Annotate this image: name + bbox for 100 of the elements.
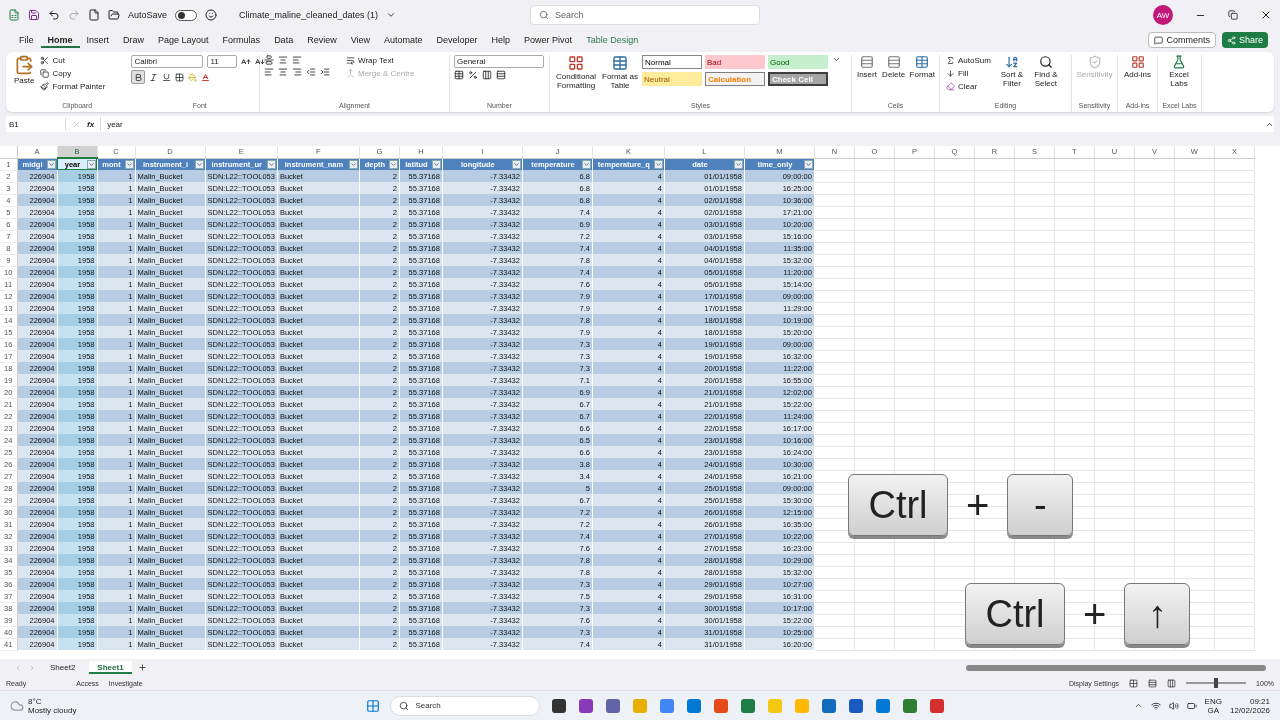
align-middle-icon[interactable] [278,55,288,65]
filter-button[interactable] [733,159,743,169]
fill-color-icon[interactable] [188,72,198,82]
borders-icon[interactable] [175,72,185,82]
ribbon-tab[interactable]: Help [484,32,518,48]
filter-button[interactable] [266,159,276,169]
font-size-field[interactable]: 11 [207,55,238,68]
cell-style-option[interactable]: Normal [642,55,702,69]
filter-button[interactable] [124,159,134,169]
more-styles-icon[interactable] [832,55,841,64]
autosave-toggle[interactable] [175,9,198,21]
cell-style-option[interactable]: Good [768,55,828,69]
speaker-icon[interactable] [1168,700,1179,711]
ribbon-tab[interactable]: Insert [79,32,117,48]
ribbon-tab[interactable]: View [343,32,377,48]
clock-time[interactable]: 09:21 [1249,696,1270,706]
sheet-tab[interactable]: Sheet2 [42,661,84,674]
find-select-button[interactable]: Find & Select [1030,55,1061,89]
ribbon-tab[interactable]: Automate [377,32,430,48]
windows-icon[interactable] [366,698,381,713]
ribbon-tab[interactable]: Data [267,32,301,48]
add-ins-button[interactable]: Add-ins [1122,55,1153,80]
page-break-icon[interactable] [1167,678,1177,688]
clear-button[interactable]: Clear [944,81,993,92]
clock-date[interactable]: 12/02/2026 [1229,705,1270,715]
ribbon-tab[interactable]: Power Pivot [517,32,580,48]
filter-button[interactable] [388,159,398,169]
horizontal-scrollbar[interactable] [966,664,1266,671]
filter-button[interactable] [348,159,358,169]
ribbon-tab[interactable]: Draw [116,32,152,48]
font-color-icon[interactable] [201,72,211,82]
tray-chevron-icon[interactable] [1133,701,1143,710]
app-icon[interactable] [606,698,621,713]
filter-button[interactable] [46,159,56,169]
delete-button[interactable]: Delete [881,55,906,80]
excel-labs-button[interactable]: Excel Labs [1162,55,1196,89]
name-box[interactable]: B1 [6,117,66,131]
app-icon[interactable] [822,698,837,713]
number-format-field[interactable]: General [454,55,544,68]
align-bottom-icon[interactable] [292,55,302,65]
align-center-icon[interactable] [278,67,288,77]
copy-button[interactable]: Copy [38,68,108,79]
italic-icon[interactable] [149,72,159,82]
format-painter-button[interactable]: Format Painter [38,81,108,92]
page-layout-icon[interactable] [1148,678,1158,688]
ribbon-tab[interactable]: Formulas [215,32,268,48]
outdent-icon[interactable] [306,67,316,77]
font-name-field[interactable]: Calibri [131,55,204,68]
percent-icon[interactable] [468,70,478,80]
ribbon-tab[interactable]: Developer [429,32,485,48]
add-sheet-icon[interactable] [137,663,147,672]
cut-button[interactable]: Cut [38,55,108,66]
sheet-tab[interactable]: Sheet1 [89,661,132,674]
paste-button[interactable]: Paste [14,55,35,86]
sort-filter-button[interactable]: Sort & Filter [996,55,1027,89]
filter-button[interactable] [803,159,813,169]
indent-icon[interactable] [320,67,330,77]
filter-button[interactable] [511,159,521,169]
shrink-font-icon[interactable] [255,56,266,67]
formula-field[interactable]: year [100,117,1259,131]
share-button[interactable]: Share [1221,32,1268,48]
save-icon[interactable] [28,9,40,21]
app-icon[interactable] [849,698,864,713]
new-file-icon[interactable] [88,9,100,21]
filter-button[interactable] [581,159,591,169]
ribbon-tab[interactable]: File [12,32,41,48]
folder-icon[interactable] [108,9,120,21]
conditional-formatting-button[interactable]: Conditional Formatting [554,55,598,91]
filter-button[interactable] [194,159,204,169]
align-right-icon[interactable] [292,67,302,77]
app-icon[interactable] [579,698,594,713]
wifi-icon[interactable] [1150,700,1161,711]
cell-style-option[interactable]: Neutral [642,72,702,86]
keyboard-layout[interactable]: GA [1207,705,1220,715]
ribbon-tab[interactable]: Table Design [579,32,646,48]
format-button[interactable]: Format [909,55,935,80]
insert-button[interactable]: Insert [856,55,878,80]
underline-icon[interactable] [162,72,172,82]
fill-button[interactable]: Fill [944,68,993,79]
filter-button[interactable] [86,160,96,169]
function-label[interactable]: fx [87,119,95,129]
battery-icon[interactable] [1186,700,1197,711]
close-icon[interactable] [1260,9,1272,21]
format-as-table-button[interactable]: Format as Table [602,55,638,91]
ribbon-tab[interactable]: Page Layout [151,32,216,48]
chevron-down-icon[interactable] [386,10,397,20]
app-icon[interactable] [552,698,567,713]
normal-view-icon[interactable] [1129,678,1139,688]
ribbon-tab[interactable]: Home [40,32,80,48]
restore-icon[interactable] [1228,10,1238,20]
user-avatar[interactable]: AW [1153,5,1173,25]
smiley-icon[interactable] [205,9,218,21]
autosum-button[interactable]: AutoSum [944,55,993,66]
search-field[interactable]: Search [530,5,761,25]
ribbon-tab[interactable]: Review [300,32,344,48]
taskbar-search[interactable]: Search [390,695,541,716]
bold-button[interactable] [131,70,146,84]
filter-button[interactable] [653,159,663,169]
grow-font-icon[interactable] [241,56,252,67]
cell-style-option[interactable]: Bad [705,55,765,69]
